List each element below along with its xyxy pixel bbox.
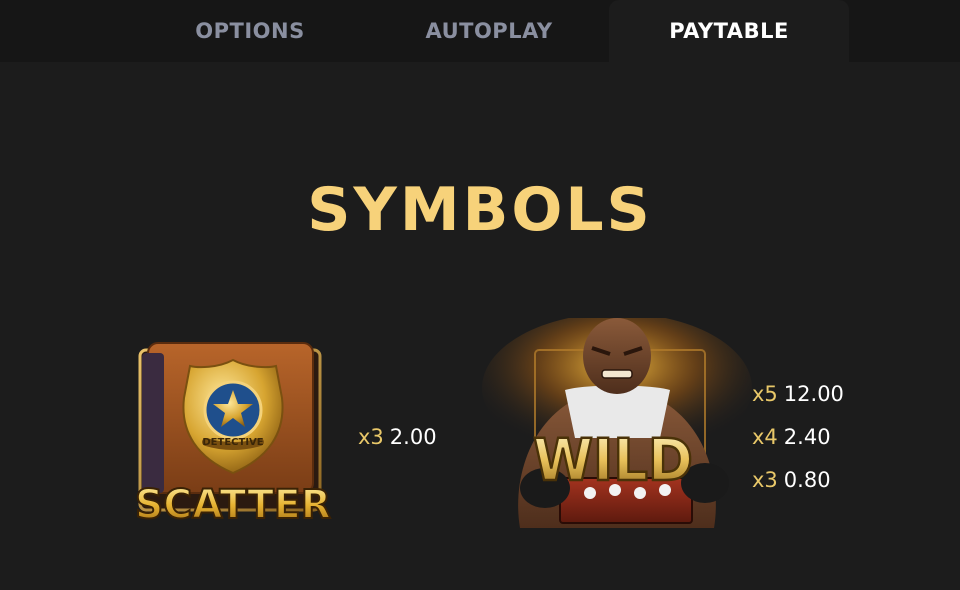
- pay-multiplier: x5: [752, 382, 778, 406]
- pay-multiplier: x4: [752, 425, 778, 449]
- pay-multiplier: x3: [752, 468, 778, 492]
- wild-label: WILD: [533, 426, 693, 494]
- pay-value: 2.00: [389, 425, 437, 449]
- wild-symbol-icon: WILD: [482, 318, 752, 528]
- wild-pay-row: x5 12.00: [752, 382, 844, 406]
- tab-bar: OPTIONS AUTOPLAY PAYTABLE: [0, 0, 960, 62]
- badge-text: DETECTIVE: [202, 437, 263, 448]
- section-title: SYMBOLS: [307, 175, 653, 245]
- pay-value: 2.40: [783, 425, 831, 449]
- tab-autoplay[interactable]: AUTOPLAY: [389, 0, 589, 62]
- scatter-label: SCATTER: [135, 482, 331, 528]
- scatter-symbol-icon: DETECTIVE SCATTER: [134, 342, 332, 529]
- wild-pay-row: x3 0.80: [752, 468, 831, 492]
- scatter-pay-row: x3 2.00: [358, 425, 437, 449]
- tab-options[interactable]: OPTIONS: [150, 0, 350, 62]
- wild-pay-row: x4 2.40: [752, 425, 831, 449]
- tab-paytable[interactable]: PAYTABLE: [609, 0, 849, 62]
- pay-value: 12.00: [783, 382, 844, 406]
- pay-value: 0.80: [783, 468, 831, 492]
- pay-multiplier: x3: [358, 425, 384, 449]
